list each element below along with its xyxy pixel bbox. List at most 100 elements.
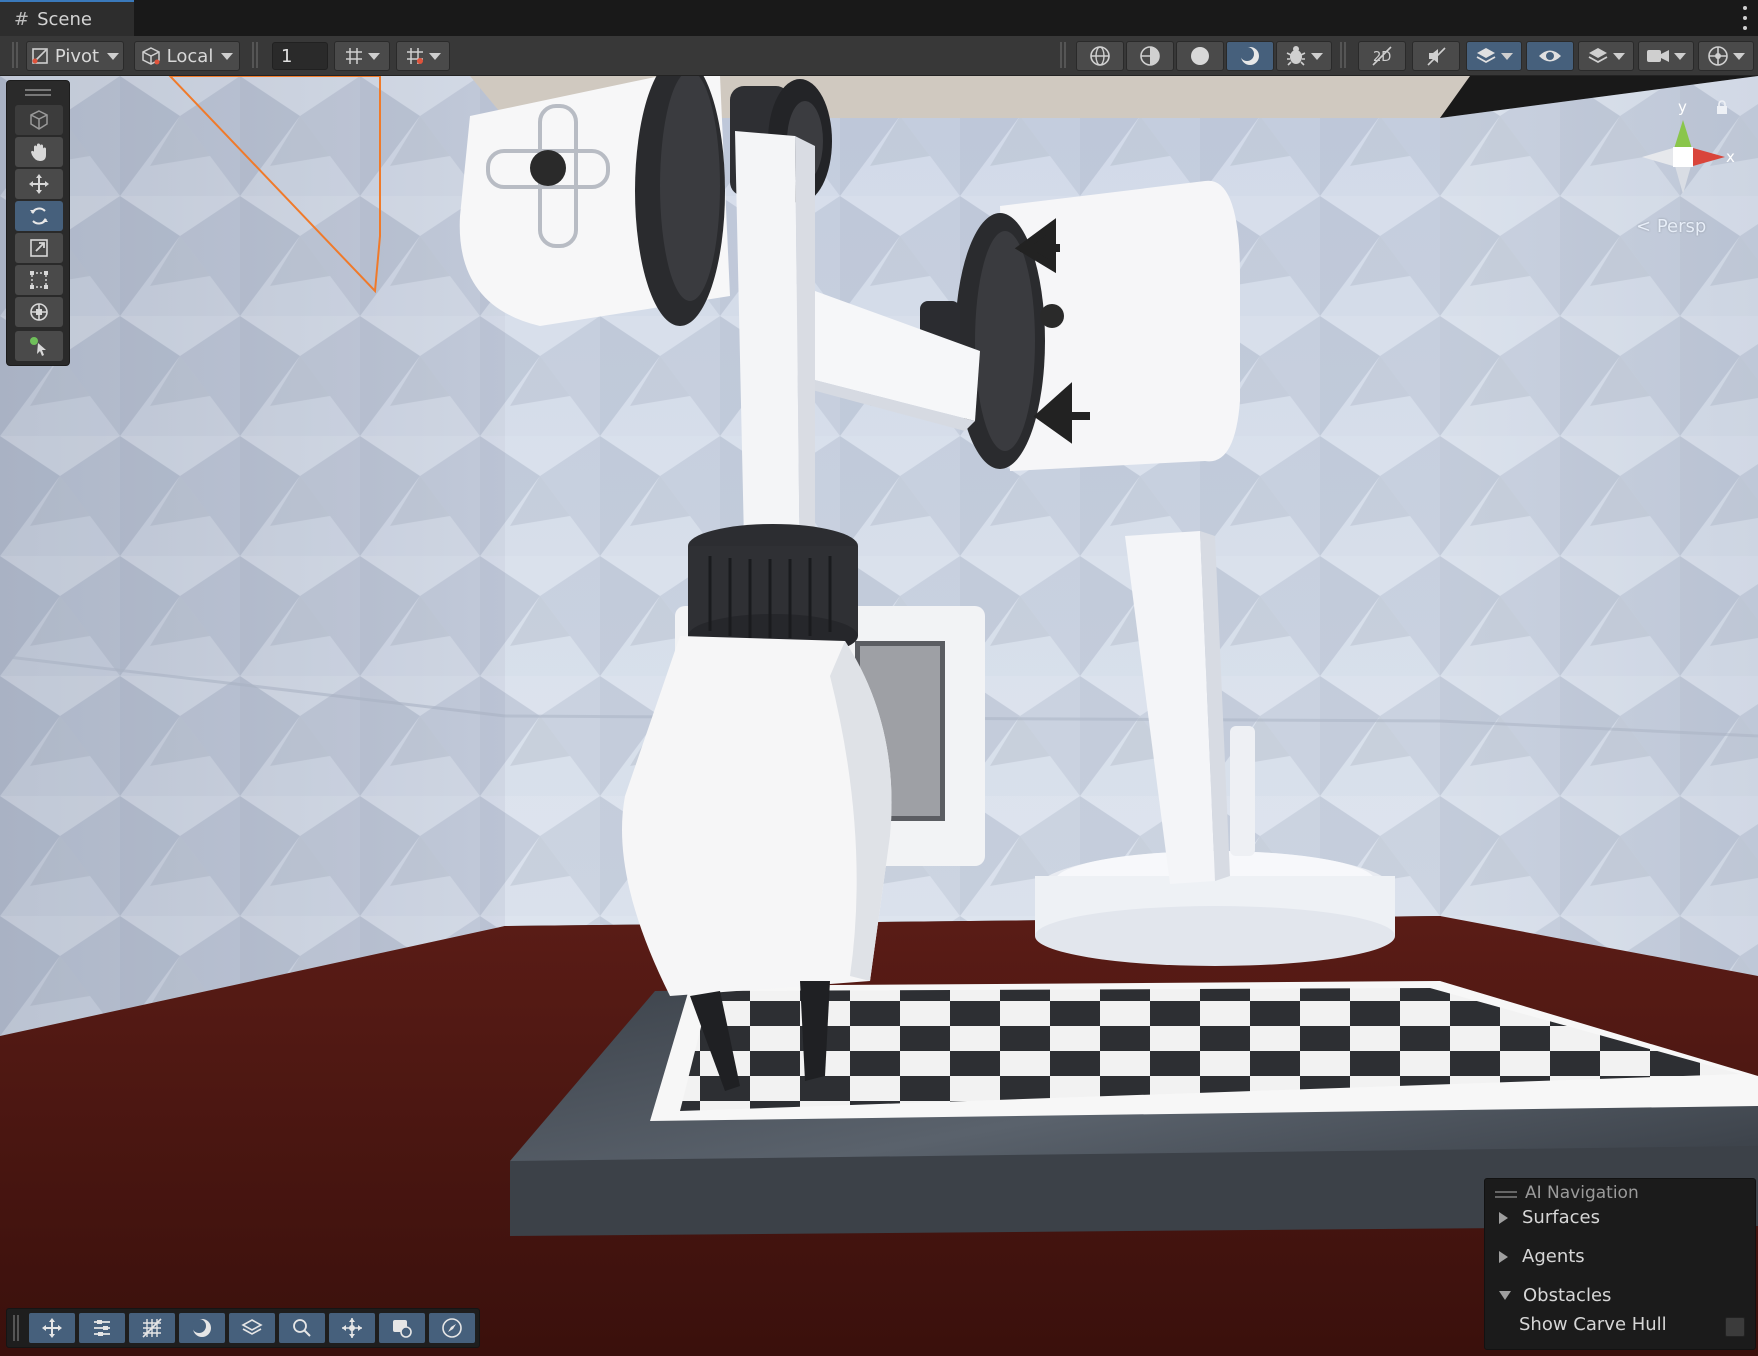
shaded-wireframe-button[interactable]: [1126, 41, 1174, 71]
hand-tool-icon: [31, 143, 46, 161]
wireframe-sphere-icon: [1090, 46, 1110, 66]
gizmo-y-label: y: [1678, 98, 1687, 116]
tab-bar: # Scene: [0, 0, 1758, 36]
bug-icon: [1286, 46, 1306, 66]
eye-icon: [1539, 50, 1561, 62]
rect-tool-icon: [30, 271, 48, 289]
projection-toggle[interactable]: < Persp: [1636, 216, 1706, 237]
scale-tool-icon: [30, 239, 48, 257]
bottom-layers-button[interactable]: [229, 1313, 275, 1343]
pivot-icon: [342, 1318, 362, 1338]
toolbar-grip-2[interactable]: [252, 42, 258, 68]
pivot-icon: [32, 48, 48, 64]
ai-navigation-overlay: AI Navigation Surfaces Agents Obstacles …: [1484, 1178, 1756, 1350]
ai-nav-item-label: Surfaces: [1522, 1207, 1600, 1228]
toolbar-grip-3[interactable]: [1060, 42, 1066, 68]
view-tool-button[interactable]: [15, 105, 63, 135]
bottom-overlay-toolbar: [6, 1308, 480, 1348]
rotate-tool-icon: [30, 207, 48, 225]
bottom-compass-button[interactable]: [429, 1313, 475, 1343]
lighting-icon: [1240, 47, 1259, 65]
transform-tool-button[interactable]: [15, 297, 63, 327]
ai-nav-item-label: Obstacles: [1523, 1285, 1612, 1306]
2d-icon: 2D: [1372, 46, 1392, 66]
overlay-grip[interactable]: [1495, 1191, 1517, 1198]
view-tool-icon: [30, 110, 48, 130]
bottom-shading-button[interactable]: [179, 1313, 225, 1343]
gizmo-neg-x-icon[interactable]: [1642, 148, 1673, 166]
scale-tool-button[interactable]: [15, 233, 63, 263]
projection-label: Persp: [1656, 216, 1707, 237]
layers-icon: [241, 1319, 263, 1335]
wireframe-button[interactable]: [1076, 41, 1124, 71]
camera-settings-dropdown[interactable]: [1638, 41, 1694, 71]
toolbar-grip-4[interactable]: [1340, 42, 1346, 68]
pivot-label: Pivot: [54, 45, 100, 67]
bottom-pivot-button[interactable]: [329, 1313, 375, 1343]
bottom-camera-button[interactable]: [379, 1313, 425, 1343]
back-chevron-icon: <: [1636, 216, 1652, 237]
collapse-arrow-icon: [1499, 1291, 1511, 1300]
custom-tool-button[interactable]: [15, 331, 63, 361]
move-tool-button[interactable]: [15, 169, 63, 199]
gizmo-center-icon[interactable]: [1673, 147, 1693, 167]
pivot-dropdown[interactable]: Pivot: [26, 41, 124, 71]
bottom-move-button[interactable]: [29, 1313, 75, 1343]
rotate-tool-button[interactable]: [15, 201, 63, 231]
increment-snap-icon: [407, 48, 423, 64]
ai-nav-item-label: Agents: [1522, 1246, 1585, 1267]
layers-icon: [1588, 48, 1608, 64]
2d-toggle-button[interactable]: 2D: [1358, 41, 1406, 71]
tab-scene-label: Scene: [37, 8, 92, 30]
audio-mute-icon: [1427, 47, 1446, 66]
effects-layers-icon: [1476, 48, 1496, 64]
gizmo-x-axis-icon[interactable]: [1693, 148, 1725, 166]
gizmo-neg-y-icon[interactable]: [1675, 166, 1691, 194]
show-carve-hull-checkbox[interactable]: [1725, 1317, 1745, 1337]
bottom-grid-button[interactable]: [129, 1313, 175, 1343]
scene-render: [0, 76, 1758, 1356]
move-tool-icon: [29, 174, 49, 194]
local-cube-icon: [141, 47, 160, 65]
shaded-sphere-icon: [1191, 47, 1209, 65]
space-dropdown[interactable]: Local: [134, 41, 240, 71]
shaded-wireframe-icon: [1140, 46, 1160, 66]
bottom-adjust-button[interactable]: [79, 1313, 125, 1343]
grid-snap-icon: [346, 48, 362, 64]
increment-snap-dropdown[interactable]: [396, 41, 450, 71]
gizmo-x-label: x: [1726, 148, 1735, 166]
lock-icon[interactable]: [1716, 100, 1728, 114]
gizmo-globe-icon: [1708, 46, 1728, 66]
debug-draw-dropdown[interactable]: [1276, 41, 1332, 71]
scene-visibility-button[interactable]: [1526, 41, 1574, 71]
grid-snap-dropdown[interactable]: [334, 41, 390, 71]
show-carve-hull-row: Show Carve Hull: [1519, 1314, 1667, 1335]
transform-tool-icon: [30, 303, 48, 321]
more-options-icon[interactable]: [1742, 6, 1748, 30]
expand-arrow-icon: [1499, 1250, 1508, 1263]
ai-nav-item-agents[interactable]: Agents: [1499, 1246, 1585, 1267]
move-icon: [42, 1318, 62, 1338]
bottom-toolbar-grip[interactable]: [13, 1315, 19, 1341]
lit-button[interactable]: [1226, 41, 1274, 71]
toolbar-grip[interactable]: [12, 42, 18, 68]
effects-dropdown[interactable]: [1466, 41, 1522, 71]
audio-toggle-button[interactable]: [1412, 41, 1460, 71]
scene-viewport[interactable]: y x < Persp AI Navigation Surfaces Agent…: [0, 76, 1758, 1356]
custom-tool-icon: [30, 337, 46, 356]
ai-nav-item-surfaces[interactable]: Surfaces: [1499, 1207, 1600, 1228]
hand-tool-button[interactable]: [15, 137, 63, 167]
shaded-button[interactable]: [1176, 41, 1224, 71]
grid-icon: [142, 1318, 162, 1338]
layers-visibility-dropdown[interactable]: [1578, 41, 1634, 71]
snap-increment-field[interactable]: 1: [272, 42, 328, 70]
ai-nav-item-obstacles[interactable]: Obstacles: [1499, 1285, 1611, 1306]
camera-icon: [1647, 50, 1669, 62]
scene-toolbar: Pivot Local 1 2D: [0, 36, 1758, 76]
bottom-search-button[interactable]: [279, 1313, 325, 1343]
gizmos-dropdown[interactable]: [1698, 41, 1754, 71]
tools-overlay: [6, 80, 70, 366]
shading-icon: [192, 1319, 211, 1337]
tab-scene[interactable]: # Scene: [0, 0, 134, 36]
rect-tool-button[interactable]: [15, 265, 63, 295]
